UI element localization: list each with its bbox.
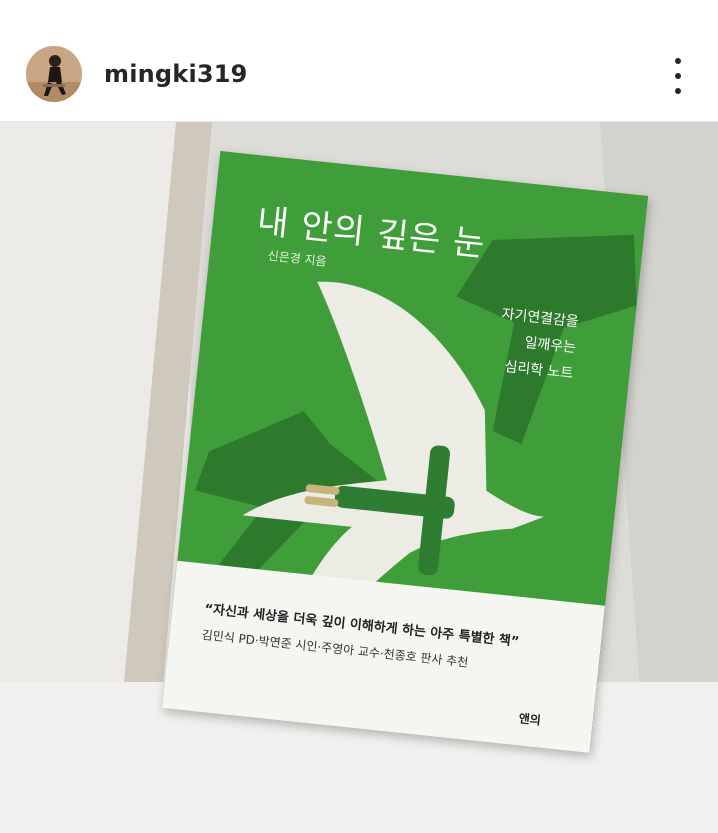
- more-options-button[interactable]: [664, 58, 692, 94]
- person-silhouette-icon: [26, 46, 82, 102]
- more-dot: [675, 58, 681, 64]
- more-dot: [675, 73, 681, 79]
- username[interactable]: mingki319: [104, 60, 248, 88]
- book-subtitle: 자기연결감을 일깨우는 심리학 노트: [423, 294, 580, 387]
- avatar[interactable]: [26, 46, 82, 102]
- publisher-logo: 앤의: [518, 711, 542, 728]
- post-header: mingki319: [0, 0, 718, 122]
- more-dot: [675, 88, 681, 94]
- book-cover: 내 안의 깊은 눈 신은경 지음 자기연결감을 일깨우는 심리학 노트 “자신과…: [161, 151, 649, 753]
- post-photo[interactable]: 내 안의 깊은 눈 신은경 지음 자기연결감을 일깨우는 심리학 노트 “자신과…: [0, 122, 718, 833]
